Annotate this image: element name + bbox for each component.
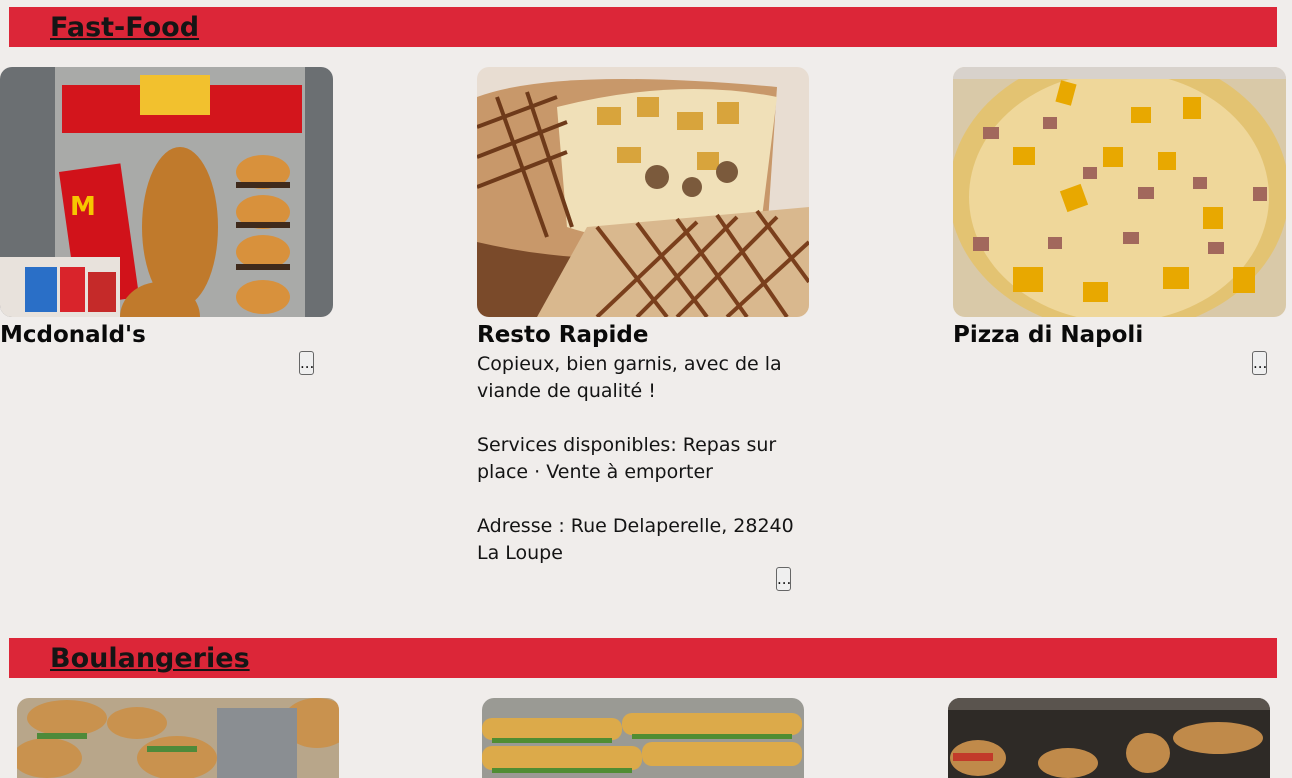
more-button-pizza-di-napoli[interactable]: ...: [1252, 351, 1267, 375]
restaurant-card-pizza-di-napoli: Pizza di Napoli: [953, 67, 1286, 349]
restaurant-name-mcdonalds: Mcdonald's: [0, 322, 146, 348]
svg-text:M: M: [70, 192, 96, 222]
more-button-resto-rapide[interactable]: ...: [776, 567, 791, 591]
restaurant-card-resto-rapide: Resto Rapide Copieux, bien garnis, avec …: [477, 67, 809, 567]
restaurant-description-resto-rapide: Copieux, bien garnis, avec de la viande …: [477, 351, 797, 567]
section-header-boulangeries: Boulangeries: [9, 638, 1277, 678]
section-header-fast-food: Fast-Food: [9, 7, 1277, 47]
sandwiches-image: [17, 698, 339, 778]
restaurant-card-mcdonalds: M Mcdonald's: [0, 67, 333, 349]
description-address: Adresse : Rue Delaperelle, 28240 La Loup…: [477, 515, 794, 564]
tacos-wrap-image: [477, 67, 809, 317]
mcdonalds-food-tray-image: M: [0, 67, 333, 317]
more-button-mcdonalds[interactable]: ...: [299, 351, 314, 375]
section-title-boulangeries[interactable]: Boulangeries: [50, 642, 250, 676]
restaurant-name-resto-rapide: Resto Rapide: [477, 322, 649, 348]
pizza-image: [953, 67, 1286, 317]
baguette-sandwiches-image: [482, 698, 804, 778]
bakery-display-image: [948, 698, 1270, 778]
section-title-fast-food[interactable]: Fast-Food: [50, 11, 199, 45]
description-services: Services disponibles: Repas sur place · …: [477, 434, 777, 483]
restaurant-name-pizza-di-napoli: Pizza di Napoli: [953, 322, 1144, 348]
description-tagline: Copieux, bien garnis, avec de la viande …: [477, 353, 782, 402]
